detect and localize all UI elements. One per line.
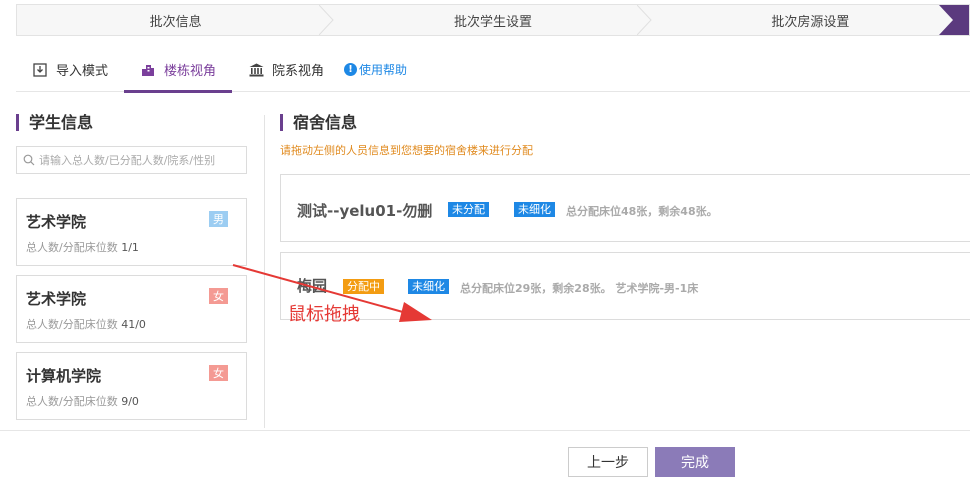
meta-value: 1/1 xyxy=(121,241,139,254)
college-name: 计算机学院 xyxy=(26,367,102,385)
step-label: 批次信息 xyxy=(149,14,202,30)
tab-label: 楼栋视角 xyxy=(164,64,217,79)
drag-annotation: 鼠标拖拽 xyxy=(288,304,360,325)
search-icon xyxy=(23,154,35,166)
student-card[interactable]: 艺术学院 女 总人数/分配床位数 41/0 xyxy=(16,275,247,343)
step-label: 批次房源设置 xyxy=(771,14,850,30)
gender-badge: 女 xyxy=(209,365,228,381)
gender-badge: 男 xyxy=(209,211,228,227)
prev-step-button[interactable]: 上一步 xyxy=(568,447,648,477)
drag-hint: 请拖动左侧的人员信息到您想要的宿舍楼来进行分配 xyxy=(280,144,533,157)
building-name: 梅园 xyxy=(297,277,328,295)
college-name: 艺术学院 xyxy=(26,213,87,231)
card-meta: 总人数/分配床位数 41/0 xyxy=(26,316,146,332)
meta-value: 41/0 xyxy=(121,318,146,331)
institution-icon xyxy=(248,62,264,78)
step-batch-info[interactable]: 批次信息 xyxy=(17,5,335,35)
meta-label: 总人数/分配床位数 xyxy=(26,318,118,331)
college-name: 艺术学院 xyxy=(26,290,87,308)
bed-info: 总分配床位48张，剩余48张。 xyxy=(566,205,718,218)
finish-button[interactable]: 完成 xyxy=(655,447,735,477)
refine-badge: 未细化 xyxy=(408,279,449,294)
tab-building-view[interactable]: 楼栋视角 xyxy=(124,48,233,93)
student-panel: 艺术学院 男 总人数/分配床位数 1/1 艺术学院 女 总人数/分配床位数 41… xyxy=(16,92,248,428)
tab-label: 导入模式 xyxy=(56,64,109,79)
tab-label: 院系视角 xyxy=(272,64,325,79)
building-name: 测试--yelu01-勿删 xyxy=(297,202,433,220)
refine-badge: 未细化 xyxy=(514,202,555,217)
footer-bar xyxy=(0,430,970,463)
status-badge: 未分配 xyxy=(448,202,489,217)
student-search-input[interactable] xyxy=(39,153,239,167)
view-tabs: 导入模式 楼栋视角 院系视角 ! 使用帮助 xyxy=(16,48,970,93)
student-card[interactable]: 艺术学院 男 总人数/分配床位数 1/1 xyxy=(16,198,247,266)
help-label: 使用帮助 xyxy=(359,63,408,77)
card-meta: 总人数/分配床位数 1/1 xyxy=(26,239,139,255)
dorm-info-title: 宿舍信息 xyxy=(280,114,357,131)
help-icon: ! xyxy=(344,63,358,76)
step-room-settings[interactable]: 批次房源设置 xyxy=(652,5,969,35)
meta-label: 总人数/分配床位数 xyxy=(26,241,118,254)
step-student-settings[interactable]: 批次学生设置 xyxy=(334,5,652,35)
tab-department-view[interactable]: 院系视角 xyxy=(232,48,340,92)
step-label: 批次学生设置 xyxy=(453,14,532,30)
dorm-building-card[interactable]: 测试--yelu01-勿删 未分配 未细化 总分配床位48张，剩余48张。 xyxy=(280,174,970,242)
tab-import-mode[interactable]: 导入模式 xyxy=(16,48,124,92)
student-search-box[interactable] xyxy=(16,146,247,174)
panel-divider xyxy=(264,115,265,428)
import-icon xyxy=(32,62,48,78)
bed-info: 总分配床位29张，剩余28张。 艺术学院-男-1床 xyxy=(460,282,699,295)
help-link[interactable]: ! 使用帮助 xyxy=(344,61,407,78)
gender-badge: 女 xyxy=(209,288,228,304)
dorm-building-card[interactable]: 梅园 分配中 未细化 总分配床位29张，剩余28张。 艺术学院-男-1床 xyxy=(280,252,970,320)
step-separator-icon xyxy=(636,5,652,35)
building-icon xyxy=(140,62,156,78)
steps-bar: 批次信息 批次学生设置 批次房源设置 xyxy=(16,4,970,36)
meta-label: 总人数/分配床位数 xyxy=(26,395,118,408)
status-badge: 分配中 xyxy=(343,279,384,294)
card-meta: 总人数/分配床位数 9/0 xyxy=(26,393,139,409)
meta-value: 9/0 xyxy=(121,395,139,408)
step-active-marker-icon xyxy=(939,5,969,35)
student-card[interactable]: 计算机学院 女 总人数/分配床位数 9/0 xyxy=(16,352,247,420)
step-separator-icon xyxy=(319,5,335,35)
